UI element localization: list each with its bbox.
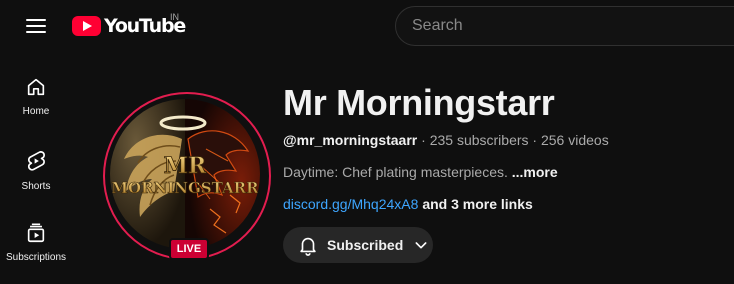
shorts-icon [27,151,45,171]
channel-name: Mr Morningstarr [283,82,555,123]
chevron-down-icon [415,242,427,249]
avatar-text-top: MR [164,153,207,179]
sidebar-item-subscriptions[interactable]: Subscriptions [0,222,72,263]
sidebar-item-label: Shorts [21,181,51,192]
meta-separator: · [421,132,426,148]
channel-links: discord.gg/Mhq24xA8 and 3 more links [283,196,533,212]
description-text: Daytime: Chef plating masterpieces. [283,164,508,180]
subscribed-label: Subscribed [327,237,404,253]
subscriber-count: 235 subscribers [429,132,529,148]
search-box[interactable] [395,6,734,46]
channel-avatar[interactable]: MR MORNINGSTARR LIVE [103,92,271,260]
home-icon [27,78,45,96]
sidebar-item-shorts[interactable]: Shorts [0,149,72,192]
avatar-text-bottom: MORNINGSTARR [111,179,259,197]
subscriptions-icon [27,223,45,243]
channel-meta: @mr_morningstaarr · 235 subscribers · 25… [283,132,609,148]
video-count: 256 videos [540,132,609,148]
subscribed-button[interactable]: Subscribed [283,227,433,263]
meta-separator: · [532,132,538,148]
youtube-logo[interactable]: YouTube [72,14,186,38]
more-button[interactable]: ...more [512,164,558,180]
sidebar-item-home[interactable]: Home [0,76,72,117]
country-code: IN [170,12,179,22]
sidebar-item-label: Subscriptions [5,252,67,263]
channel-link[interactable]: discord.gg/Mhq24xA8 [283,196,418,212]
more-links-button[interactable]: and 3 more links [422,196,532,212]
sidebar-item-label: Home [22,106,50,117]
bell-icon [300,237,316,256]
menu-icon[interactable] [24,14,48,38]
channel-handle: @mr_morningstaarr [283,132,418,148]
live-badge: LIVE [169,238,209,260]
channel-description[interactable]: Daytime: Chef plating masterpieces. ...m… [283,164,558,180]
youtube-play-icon [72,16,101,36]
search-input[interactable] [396,7,728,45]
avatar-image: MR MORNINGSTARR [110,99,260,249]
